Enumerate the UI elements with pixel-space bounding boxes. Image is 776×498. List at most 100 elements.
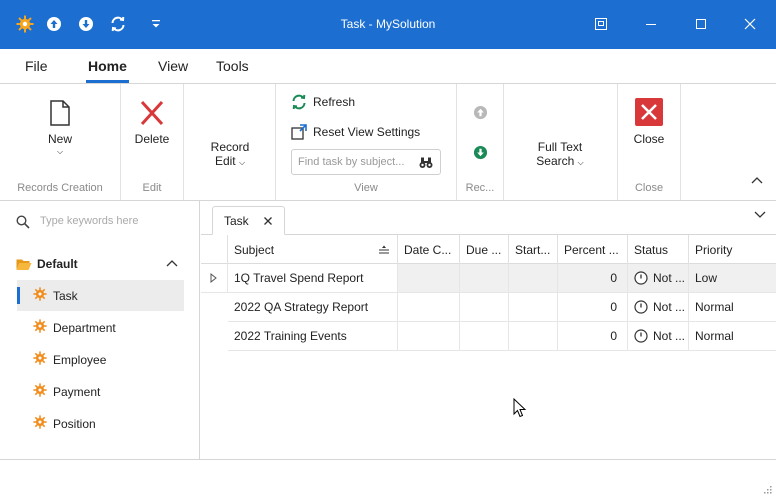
clock-icon <box>634 329 648 343</box>
cell-subject[interactable]: 2022 Training Events <box>228 322 398 351</box>
sidebar-search <box>14 213 190 233</box>
full-text-search-group: Full Text Search ⌵ <box>504 84 618 200</box>
delete-button-label: Delete <box>134 132 170 146</box>
row-indicator <box>201 293 228 322</box>
column-header-status[interactable]: Status <box>628 235 689 264</box>
cell-percent[interactable]: 0 <box>558 293 628 322</box>
refresh-button-label: Refresh <box>313 95 356 109</box>
column-header-start[interactable]: Start... <box>509 235 558 264</box>
column-header-due[interactable]: Due ... <box>460 235 509 264</box>
chevron-down-icon: ⌵ <box>577 158 584 167</box>
cell-due[interactable] <box>460 322 509 351</box>
cell-priority[interactable]: Low <box>689 264 776 293</box>
menu-bar: File Home View Tools <box>0 49 776 84</box>
row-indicator <box>201 322 228 351</box>
cell-start[interactable] <box>509 322 558 351</box>
cell-percent[interactable]: 0 <box>558 322 628 351</box>
tab-home[interactable]: Home <box>86 58 129 83</box>
cell-status[interactable]: Not ... <box>628 264 689 293</box>
delete-button[interactable]: Delete <box>127 100 177 146</box>
reset-view-label: Reset View Settings <box>313 125 421 139</box>
cell-status-label: Not ... <box>653 329 686 343</box>
cell-status[interactable]: Not ... <box>628 322 689 351</box>
sidebar-item-payment[interactable]: Payment <box>17 376 184 407</box>
record-edit-label-2: Edit <box>214 154 236 168</box>
cell-due[interactable] <box>460 264 509 293</box>
sidebar-item-department[interactable]: Department <box>17 312 184 343</box>
tab-tools[interactable]: Tools <box>216 58 249 74</box>
sidebar-item-label: Employee <box>53 352 107 367</box>
minimize-icon[interactable] <box>639 12 663 36</box>
cell-due[interactable] <box>460 293 509 322</box>
reset-view-settings-button[interactable]: Reset View Settings <box>291 124 420 140</box>
binoculars-icon[interactable] <box>419 156 433 169</box>
sidebar-item-employee[interactable]: Employee <box>17 344 184 375</box>
sidebar-item-position[interactable]: Position <box>17 408 184 439</box>
close-tab-icon[interactable] <box>261 214 275 228</box>
collapse-ribbon-icon[interactable] <box>751 176 763 184</box>
column-header-percent[interactable]: Percent ... <box>558 235 628 264</box>
gear-icon <box>33 319 47 336</box>
view-group: Refresh Reset View Settings View <box>276 84 457 200</box>
close-window-icon[interactable] <box>738 12 762 36</box>
find-task-search-box <box>291 149 441 175</box>
column-header-subject[interactable]: Subject <box>228 235 398 264</box>
row-indicator <box>201 264 228 293</box>
cell-percent[interactable]: 0 <box>558 264 628 293</box>
tab-file[interactable]: File <box>25 58 48 74</box>
cell-subject[interactable]: 1Q Travel Spend Report <box>228 264 398 293</box>
cell-subject[interactable]: 2022 QA Strategy Report <box>228 293 398 322</box>
new-button[interactable]: New ⌵ <box>35 100 85 157</box>
full-text-label-2: Search <box>536 154 575 168</box>
gear-icon <box>33 383 47 400</box>
cell-date-completed[interactable] <box>398 322 460 351</box>
column-header-priority[interactable]: Priority <box>689 235 776 264</box>
full-text-label-1: Full Text <box>537 140 583 154</box>
refresh-icon <box>292 94 306 110</box>
mouse-cursor-icon <box>513 398 527 418</box>
chevron-up-icon[interactable] <box>166 259 178 267</box>
sidebar-search-input[interactable] <box>40 215 190 227</box>
edit-group-label: Edit <box>142 182 162 194</box>
table-row[interactable]: 1Q Travel Spend Report 0 Not ... Low <box>201 264 776 293</box>
cell-date-completed[interactable] <box>398 293 460 322</box>
cell-date-completed[interactable] <box>398 264 460 293</box>
resize-grip-icon[interactable] <box>762 484 772 494</box>
close-group-label: Close <box>634 182 664 194</box>
chevron-down-icon[interactable] <box>754 211 766 219</box>
gear-icon <box>33 287 47 304</box>
table-row[interactable]: 2022 Training Events 0 Not ... Normal <box>201 322 776 351</box>
rec-group-label: Rec... <box>465 182 495 194</box>
cell-priority[interactable]: Normal <box>689 293 776 322</box>
full-text-search-button[interactable]: Full Text Search ⌵ <box>520 140 600 168</box>
sidebar-item-task[interactable]: Task <box>17 280 184 311</box>
chevron-down-icon: ⌵ <box>238 158 246 167</box>
grid-header: Subject Date C... Due ... Start... Perce… <box>201 235 776 264</box>
sidebar-group-default[interactable]: Default <box>16 254 184 274</box>
records-creation-label: Records Creation <box>17 182 103 194</box>
column-header-label: Priority <box>695 242 733 257</box>
record-edit-button[interactable]: Record Edit ⌵ <box>194 140 266 168</box>
cell-status[interactable]: Not ... <box>628 293 689 322</box>
cell-priority[interactable]: Normal <box>689 322 776 351</box>
clock-icon <box>634 271 648 285</box>
column-header-date-completed[interactable]: Date C... <box>398 235 460 264</box>
close-button[interactable]: Close <box>624 98 674 146</box>
table-row[interactable]: 2022 QA Strategy Report 0 Not ... Normal <box>201 293 776 322</box>
restore-pane-icon[interactable] <box>589 12 613 36</box>
next-record-icon[interactable] <box>473 145 488 160</box>
cell-start[interactable] <box>509 293 558 322</box>
refresh-button[interactable]: Refresh <box>291 94 355 110</box>
clock-icon <box>634 300 648 314</box>
sidebar-item-label: Department <box>53 320 116 335</box>
cell-status-label: Not ... <box>653 271 686 285</box>
document-tab-task[interactable]: Task <box>212 206 285 235</box>
previous-record-icon[interactable] <box>473 105 488 120</box>
new-button-label: New <box>47 132 72 146</box>
maximize-icon[interactable] <box>689 12 713 36</box>
cell-start[interactable] <box>509 264 558 293</box>
tab-view[interactable]: View <box>158 58 188 74</box>
row-indicator-header <box>201 235 228 264</box>
focused-row-icon <box>210 273 217 283</box>
find-task-input[interactable] <box>298 154 416 170</box>
